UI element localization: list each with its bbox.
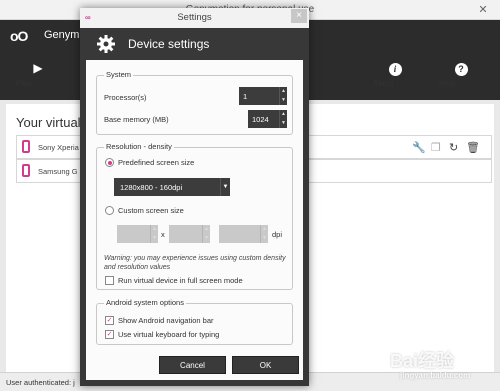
spin-up-icon[interactable]: ▲: [280, 110, 287, 119]
custom-size-radio[interactable]: [105, 206, 114, 215]
device-list-heading: Your virtual: [16, 115, 81, 130]
predefined-size-value: 1280x800 - 160dpi: [120, 183, 183, 192]
virtual-keyboard-checkbox[interactable]: ✓: [105, 330, 114, 339]
clone-icon[interactable]: ❐: [431, 141, 441, 154]
custom-width-spinbox[interactable]: ▲ ▼: [117, 225, 158, 243]
processors-spinbox[interactable]: 1 ▲ ▼: [239, 87, 287, 105]
info-icon: i: [388, 63, 402, 76]
nav-bar-checkbox[interactable]: ✓: [105, 316, 114, 325]
nav-bar-label: Show Android navigation bar: [118, 316, 214, 325]
times-label: x: [161, 230, 165, 239]
system-group-title: System: [104, 70, 134, 79]
dialog-close-button[interactable]: ×: [291, 9, 307, 23]
spin-down-icon: ▼: [262, 235, 267, 241]
phone-icon: [22, 164, 30, 177]
cancel-button[interactable]: Cancel: [159, 356, 226, 374]
watermark-text: Bai经验: [390, 351, 455, 371]
play-button[interactable]: ▶ Play: [16, 58, 60, 88]
play-label: Play: [16, 79, 32, 88]
phone-icon: [22, 140, 30, 153]
brand-name: Genym: [44, 29, 80, 41]
android-options-group-title: Android system options: [104, 298, 186, 307]
spin-down-icon: ▼: [204, 235, 209, 241]
window-close-button[interactable]: ✕: [472, 3, 494, 17]
status-text: User authenticated: j: [6, 378, 75, 387]
dialog-header-title: Device settings: [128, 37, 210, 51]
about-label: About: [373, 79, 394, 88]
custom-dpi-spinbox[interactable]: ▲ ▼: [219, 225, 268, 243]
watermark-sub: jingyan.baidu.com: [400, 371, 471, 380]
memory-spinbox[interactable]: 1024 ▲ ▼: [248, 110, 287, 128]
processors-value: 1: [243, 92, 248, 101]
virtual-keyboard-label: Use virtual keyboard for typing: [118, 330, 220, 339]
dpi-label: dpi: [272, 230, 283, 239]
wrench-icon[interactable]: 🔧: [412, 141, 426, 154]
spin-down-icon[interactable]: ▼: [280, 119, 287, 128]
fullscreen-checkbox[interactable]: [105, 276, 114, 285]
spin-up-icon[interactable]: ▲: [280, 87, 287, 96]
memory-value: 1024: [252, 115, 269, 124]
about-button[interactable]: i About: [373, 58, 417, 88]
predefined-size-select[interactable]: 1280x800 - 160dpi ▼: [114, 178, 230, 196]
device-name: Samsung G: [38, 167, 78, 176]
spin-up-icon: ▲: [152, 226, 157, 232]
play-icon: ▶: [33, 61, 43, 75]
fullscreen-label: Run virtual device in full screen mode: [118, 276, 243, 285]
help-button[interactable]: ? Help: [439, 58, 483, 88]
help-label: Help: [439, 79, 456, 88]
spin-down-icon: ▼: [152, 235, 157, 241]
predefined-size-radio[interactable]: [105, 158, 114, 167]
memory-label: Base memory (MB): [104, 115, 169, 124]
resolution-group-title: Resolution - density: [104, 142, 174, 151]
watermark: Bai经验 jingyan.baidu.com: [390, 347, 470, 380]
ok-button[interactable]: OK: [232, 356, 299, 374]
custom-height-spinbox[interactable]: ▲ ▼: [169, 225, 210, 243]
spin-up-icon: ▲: [204, 226, 209, 232]
brand-logo: oO: [10, 28, 28, 44]
device-name: Sony Xperia: [38, 143, 79, 152]
custom-size-warning: Warning: you may experience issues using…: [104, 255, 286, 271]
spin-up-icon: ▲: [262, 226, 267, 232]
spin-down-icon[interactable]: ▼: [280, 96, 287, 105]
help-icon: ?: [454, 63, 468, 76]
reset-icon[interactable]: ↻: [449, 141, 458, 154]
dialog-title: Settings: [177, 12, 212, 23]
trash-icon[interactable]: 🗑: [466, 141, 480, 154]
processors-label: Processor(s): [104, 93, 147, 102]
custom-size-label: Custom screen size: [118, 206, 184, 215]
predefined-size-label: Predefined screen size: [118, 158, 195, 167]
gear-icon: [97, 35, 115, 53]
chevron-down-icon: ▼: [220, 178, 230, 196]
